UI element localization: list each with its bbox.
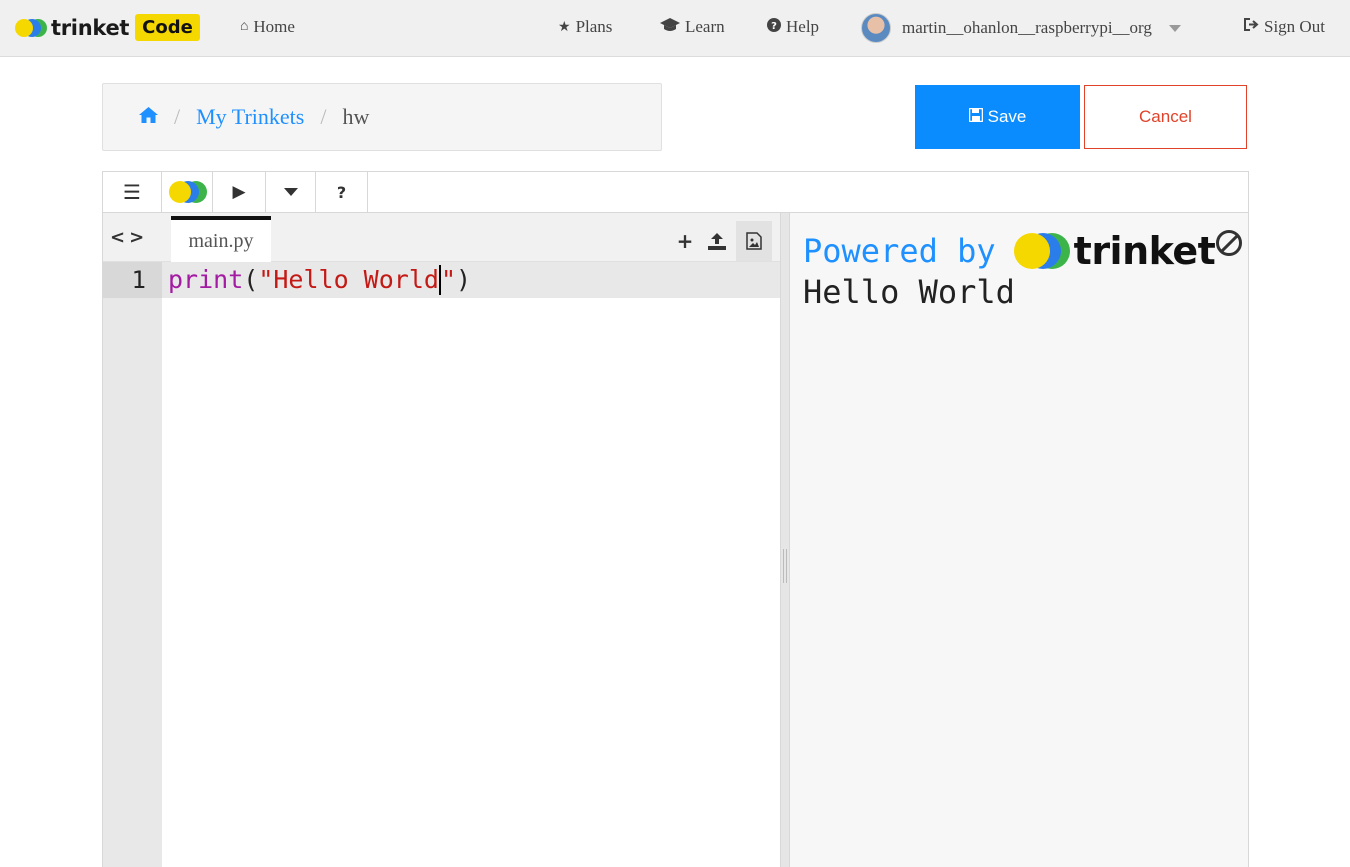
chevron-down-icon <box>1168 24 1181 32</box>
trinket-editor: ☰ ▶ ? <> main.py + 1 print("Hello World"… <box>102 171 1249 867</box>
add-file-icon[interactable]: + <box>672 225 698 257</box>
graduation-cap-icon <box>660 17 680 37</box>
nav-help[interactable]: ? Help <box>767 17 819 37</box>
code-token-paren: ) <box>456 265 472 294</box>
play-icon: ▶ <box>232 182 246 202</box>
home-icon: ⌂ <box>240 19 249 34</box>
line-gutter: 1 <box>103 262 162 867</box>
trinket-logo-icon <box>15 17 47 39</box>
nav-sign-out-label: Sign Out <box>1264 17 1325 36</box>
nav-help-label: Help <box>786 17 820 36</box>
line-number: 1 <box>103 262 162 298</box>
breadcrumb-separator: / <box>174 104 181 129</box>
run-options-dropdown[interactable] <box>266 172 316 212</box>
editor-toolbar: ☰ ▶ ? <box>103 172 1248 213</box>
trinket-logo-button[interactable] <box>162 172 213 212</box>
nav-home-label: Home <box>253 17 295 36</box>
powered-by-brand: trinket <box>1073 229 1216 273</box>
code-token-paren: ( <box>243 265 259 294</box>
username: martin__ohanlon__raspberrypi__org <box>902 18 1152 37</box>
powered-by-label: Powered by <box>803 232 996 270</box>
help-button[interactable]: ? <box>316 172 368 212</box>
floppy-disk-icon <box>968 107 983 127</box>
nav-learn[interactable]: Learn <box>660 17 725 37</box>
save-button[interactable]: Save <box>915 85 1080 149</box>
code-token-function: print <box>168 265 244 294</box>
brand-name: trinket <box>51 15 130 40</box>
code-token-string: "Hello World <box>258 265 439 294</box>
nav-learn-label: Learn <box>685 17 725 36</box>
file-actions: + <box>672 221 772 261</box>
trinket-logo-icon <box>167 180 207 204</box>
brand-badge: Code <box>135 14 200 41</box>
avatar <box>861 13 891 43</box>
ban-icon[interactable] <box>1216 230 1242 256</box>
breadcrumb-current: hw <box>342 104 370 129</box>
nav-plans-label: Plans <box>575 17 613 36</box>
trinket-logo-icon <box>1013 231 1070 271</box>
sign-out-icon <box>1244 18 1259 36</box>
console-output: Hello World <box>803 273 1015 311</box>
breadcrumb: / My Trinkets / hw <box>102 83 662 151</box>
code-arrows-icon[interactable]: <> <box>110 227 148 248</box>
breadcrumb-separator: / <box>320 104 327 129</box>
file-tab-main[interactable]: main.py <box>171 216 271 262</box>
code-token-string-end: " <box>440 265 457 294</box>
nav-home[interactable]: ⌂ Home <box>240 17 295 37</box>
caret-down-icon <box>283 188 298 196</box>
file-tabs-bar: <> main.py + <box>103 213 780 262</box>
breadcrumb-my-trinkets[interactable]: My Trinkets <box>196 104 304 130</box>
top-navbar: trinket Code ⌂ Home ★ Plans Learn ? Help… <box>0 0 1350 57</box>
nav-plans[interactable]: ★ Plans <box>558 17 612 37</box>
home-icon[interactable] <box>139 106 158 128</box>
question-circle-icon: ? <box>767 17 781 37</box>
code-line[interactable]: print("Hello World") <box>162 262 780 298</box>
brand[interactable]: trinket Code <box>15 12 200 43</box>
save-label: Save <box>987 107 1027 126</box>
nav-sign-out[interactable]: Sign Out <box>1244 17 1325 37</box>
star-icon: ★ <box>558 19 571 35</box>
image-library-icon[interactable] <box>736 221 772 261</box>
menu-button[interactable]: ☰ <box>103 172 162 212</box>
user-menu[interactable]: martin__ohanlon__raspberrypi__org <box>861 13 1181 43</box>
code-pane: <> main.py + 1 print("Hello World") <box>103 213 780 867</box>
pane-splitter[interactable] <box>780 213 790 867</box>
output-pane: Powered by trinket Hello World <box>790 213 1248 867</box>
cancel-button[interactable]: Cancel <box>1084 85 1247 149</box>
run-button[interactable]: ▶ <box>213 172 266 212</box>
menu-icon: ☰ <box>123 180 141 204</box>
splitter-grip-icon <box>783 549 787 583</box>
powered-by-banner: Powered by trinket <box>803 229 1216 273</box>
upload-icon[interactable] <box>704 225 730 257</box>
svg-text:?: ? <box>771 21 777 32</box>
